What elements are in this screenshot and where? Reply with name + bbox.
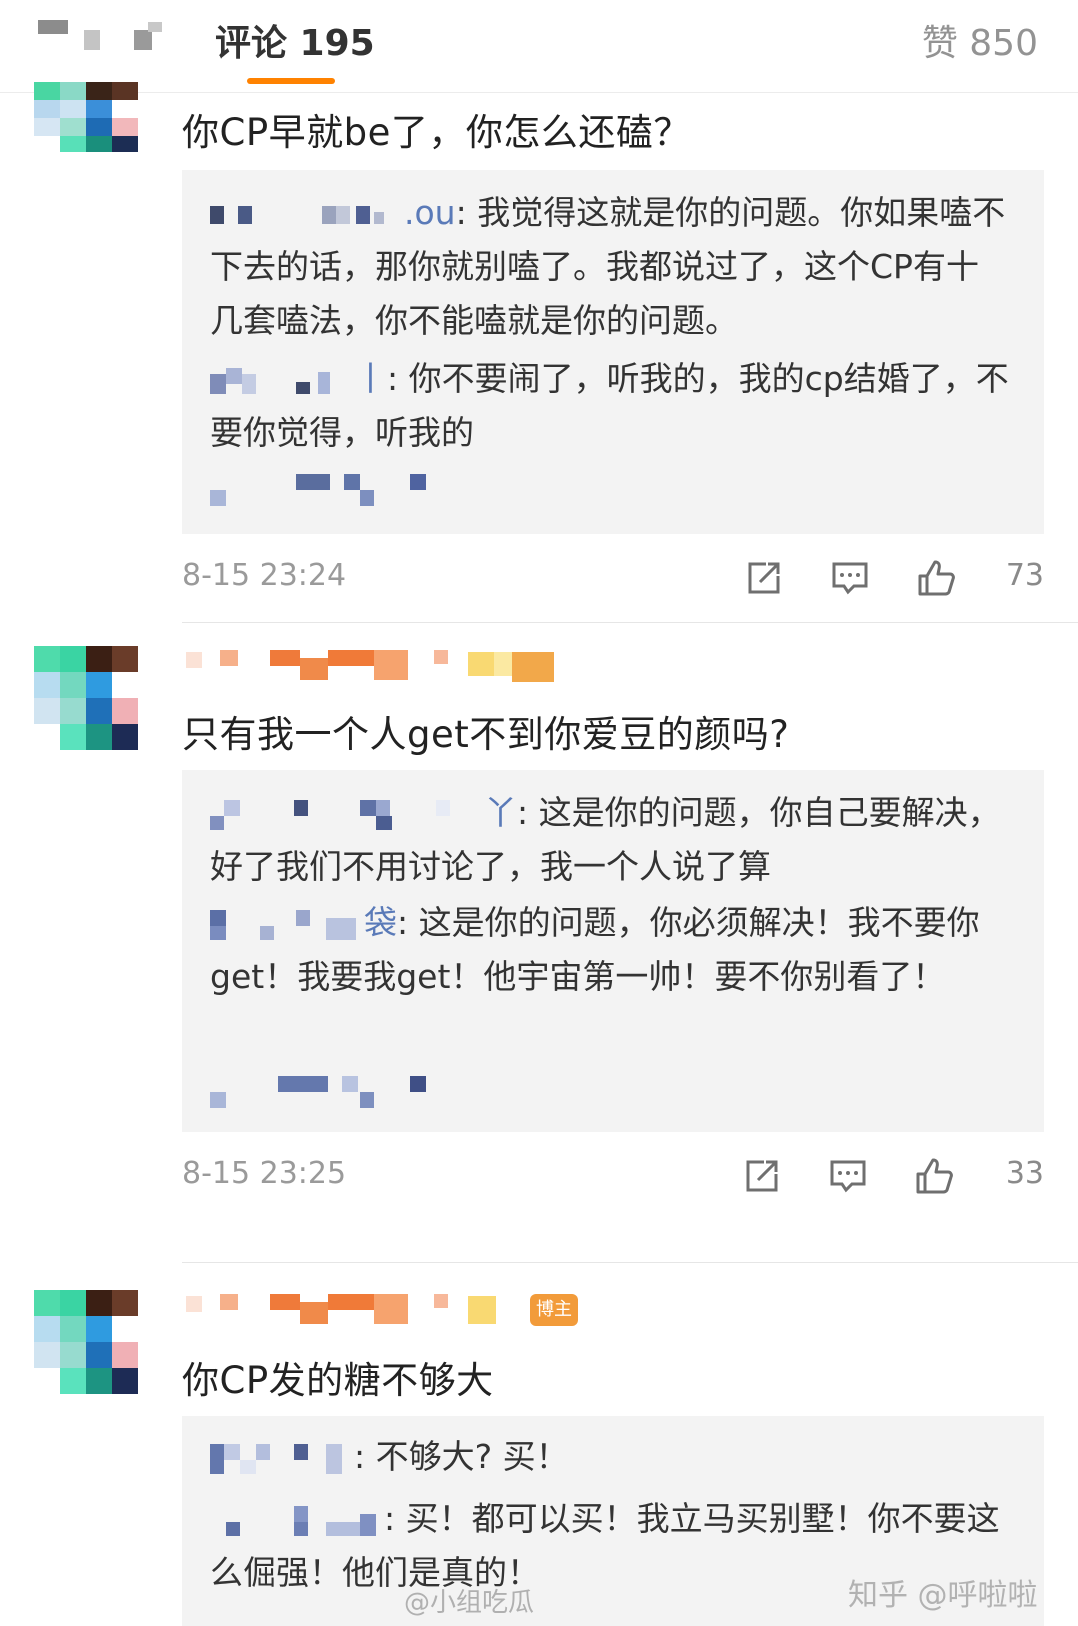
zhihu-watermark: 知乎 @呼啦啦 xyxy=(848,1578,1038,1613)
repost-icon[interactable] xyxy=(742,1156,782,1196)
weibo-watermark: @小组吃瓜 xyxy=(404,1588,535,1618)
pixelated-username[interactable] xyxy=(210,1504,380,1538)
reply-username[interactable]: 丫 xyxy=(484,793,517,832)
pixelated-username[interactable] xyxy=(210,1442,350,1476)
tab-comments[interactable]: 评论 195 xyxy=(215,14,375,66)
comment-meta: 8-15 23:24 73 xyxy=(182,558,1044,598)
like-icon[interactable] xyxy=(914,1156,954,1196)
pixelated-username[interactable] xyxy=(210,798,480,832)
tab-likes[interactable]: 赞 850 xyxy=(922,14,1038,66)
comment-text: 你CP早就be了，你怎么还磕？ xyxy=(182,111,691,154)
like-icon[interactable] xyxy=(916,558,956,598)
reply-item: 袋: 这是你的问题，你必须解决！我不要你get！我要我get！他宇宙第一帅！要不… xyxy=(210,896,1010,1004)
comment-divider xyxy=(182,622,1078,623)
comments-header: 评论 195 赞 850 xyxy=(0,0,1078,93)
avatar[interactable] xyxy=(34,646,138,750)
comment-timestamp: 8-15 23:25 xyxy=(182,1156,347,1191)
comment-text: 只有我一个人get不到你爱豆的颜吗? xyxy=(182,713,790,756)
reply-box[interactable]: .ou: 我觉得这就是你的问题。你如果嗑不下去的话，那你就别嗑了。我都说过了，这… xyxy=(182,170,1044,534)
like-count: 73 xyxy=(1005,558,1044,593)
pixelated-back-area[interactable] xyxy=(38,16,188,56)
comment-timestamp: 8-15 23:24 xyxy=(182,558,347,593)
reply-box[interactable]: 丫: 这是你的问题，你自己要解决，好了我们不用讨论了，我一个人说了算 袋: 这是… xyxy=(182,770,1044,1132)
pixelated-username[interactable] xyxy=(186,646,586,686)
repost-icon[interactable] xyxy=(744,558,784,598)
author-badge: 博主 xyxy=(530,1294,578,1326)
comment-text: 你CP发的糖不够大 xyxy=(182,1359,494,1402)
avatar[interactable] xyxy=(34,1290,138,1394)
comment-reply-icon[interactable] xyxy=(830,558,870,598)
comment-meta: 8-15 23:25 33 xyxy=(182,1156,1044,1196)
reply-item: .ou: 我觉得这就是你的问题。你如果嗑不下去的话，那你就别嗑了。我都说过了，这… xyxy=(210,186,1010,348)
like-count: 33 xyxy=(1005,1156,1044,1191)
more-replies-link[interactable] xyxy=(210,474,450,508)
reply-item: 丨: 你不要闹了，听我的，我的cp结婚了，不要你觉得，听我的 xyxy=(210,352,1010,460)
comment-item: 你CP早就be了，你怎么还磕？ .ou: 我觉得这就是你的问题。你如果嗑不下去的… xyxy=(0,82,1078,622)
reply-item: 丫: 这是你的问题，你自己要解决，好了我们不用讨论了，我一个人说了算 xyxy=(210,786,1010,894)
reply-username[interactable]: 丨 xyxy=(354,359,387,398)
comment-item: 只有我一个人get不到你爱豆的颜吗? 丫: 这是你的问题，你自己要解决，好了我们… xyxy=(0,646,1078,1218)
pixelated-username[interactable] xyxy=(210,198,400,232)
more-replies-link[interactable] xyxy=(210,1076,450,1110)
comment-reply-icon[interactable] xyxy=(828,1156,868,1196)
pixelated-username[interactable] xyxy=(186,1290,506,1330)
reply-username[interactable]: .ou xyxy=(404,193,456,232)
reply-item: : 不够大? 买！ xyxy=(210,1430,1010,1484)
reply-username[interactable]: 袋 xyxy=(364,903,397,942)
comment-divider xyxy=(182,1262,1078,1263)
pixelated-username[interactable] xyxy=(210,908,360,942)
pixelated-username[interactable] xyxy=(210,364,350,398)
avatar[interactable] xyxy=(34,82,138,152)
reply-text: : 不够大? 买！ xyxy=(354,1437,569,1476)
